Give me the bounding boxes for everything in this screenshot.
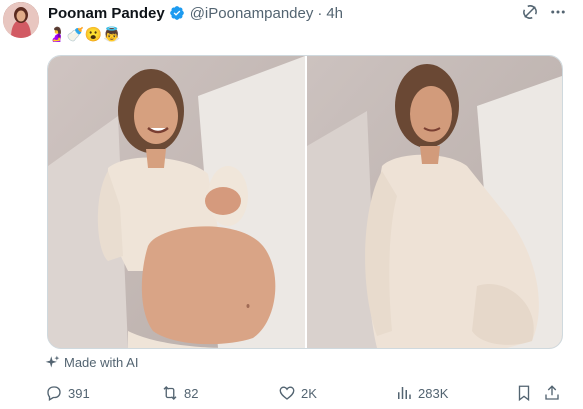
- reply-button[interactable]: 391: [45, 384, 90, 402]
- more-icon[interactable]: [549, 3, 567, 21]
- post-time[interactable]: 4h: [326, 5, 343, 22]
- views-count: 283K: [418, 385, 449, 401]
- views-button[interactable]: 283K: [395, 384, 448, 402]
- sparkle-icon: [45, 355, 60, 368]
- emoji-surprised: 😮: [84, 26, 103, 42]
- ai-label-text: Made with AI: [64, 355, 139, 370]
- ai-label[interactable]: Made with AI: [45, 355, 138, 370]
- repost-icon: [163, 386, 177, 400]
- media-grid: [47, 55, 563, 349]
- photo-right[interactable]: [307, 56, 562, 348]
- bookmark-button[interactable]: [515, 384, 538, 402]
- verified-badge-icon: [169, 5, 185, 21]
- share-button[interactable]: [543, 384, 566, 402]
- tweet-text: 🤰 🍼 😮 👼: [48, 26, 121, 42]
- separator-dot: ·: [317, 4, 323, 22]
- avatar[interactable]: [3, 2, 39, 38]
- emoji-baby-bottle: 🍼: [66, 26, 84, 42]
- grok-icon[interactable]: [521, 3, 539, 21]
- tweet-header: Poonam Pandey @iPoonampandey · 4h: [48, 2, 583, 24]
- like-count: 2K: [301, 385, 317, 401]
- author-handle[interactable]: @iPoonampandey: [190, 5, 314, 22]
- views-icon: [398, 387, 411, 399]
- reply-count: 391: [68, 385, 90, 401]
- photo-left[interactable]: [48, 56, 305, 348]
- repost-button[interactable]: 82: [161, 384, 198, 402]
- repost-count: 82: [184, 385, 199, 401]
- like-icon: [279, 386, 295, 400]
- like-button[interactable]: 2K: [278, 384, 317, 402]
- reply-icon: [47, 386, 61, 401]
- share-icon: [545, 385, 559, 400]
- action-bar: 391 82 2K 283K: [45, 384, 565, 406]
- bookmark-icon: [518, 385, 530, 402]
- author-name[interactable]: Poonam Pandey: [48, 5, 165, 22]
- emoji-angel: 👼: [103, 26, 121, 42]
- emoji-pregnant: 🤰: [48, 26, 66, 42]
